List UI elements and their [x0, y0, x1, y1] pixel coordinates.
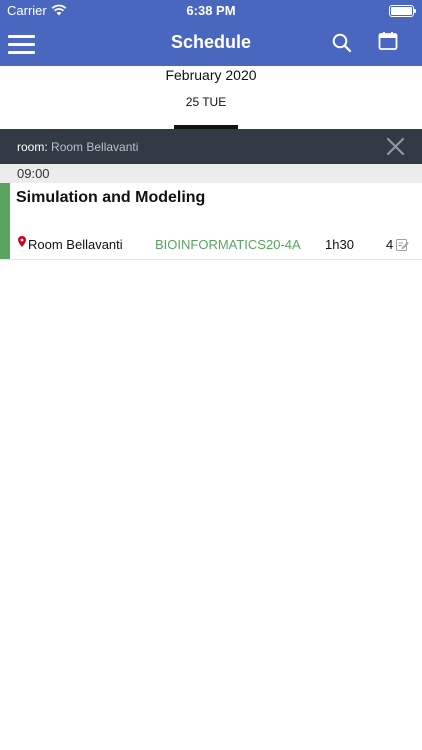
tab-day[interactable]: 25 TUE [174, 93, 238, 129]
time-label: 09:00 [17, 166, 50, 181]
filter-bar: room: Room Bellavanti [0, 129, 422, 164]
time-section-header: 09:00 [0, 164, 422, 183]
event-notes-count: 4 [386, 237, 394, 252]
status-bar: Carrier 6:38 PM [0, 0, 422, 22]
search-icon[interactable] [331, 32, 353, 54]
app-header: Carrier 6:38 PM Schedule [0, 0, 422, 66]
location-pin-icon [18, 236, 26, 247]
filter-chip: room: Room Bellavanti [17, 140, 138, 154]
filter-value: Room Bellavanti [51, 140, 139, 154]
event-group[interactable]: BIOINFORMATICS20-4A [155, 237, 301, 252]
month-label: February 2020 [165, 67, 257, 83]
status-time: 6:38 PM [186, 3, 236, 18]
event-room: Room Bellavanti [28, 237, 123, 252]
event-duration: 1h30 [325, 237, 354, 252]
event-color-bar [0, 183, 10, 259]
event-title: Simulation and Modeling [16, 189, 206, 206]
page-title: Schedule [170, 32, 252, 52]
event-row[interactable]: Simulation and Modeling Room Bellavanti … [0, 183, 422, 260]
calendar-icon[interactable] [378, 31, 398, 51]
note-icon[interactable] [396, 238, 409, 251]
filter-key: room: [17, 140, 48, 154]
navigation-bar: Schedule [0, 22, 422, 66]
close-icon[interactable] [386, 137, 405, 156]
battery-icon [389, 5, 416, 17]
day-tab-label: 25 TUE [185, 95, 227, 109]
